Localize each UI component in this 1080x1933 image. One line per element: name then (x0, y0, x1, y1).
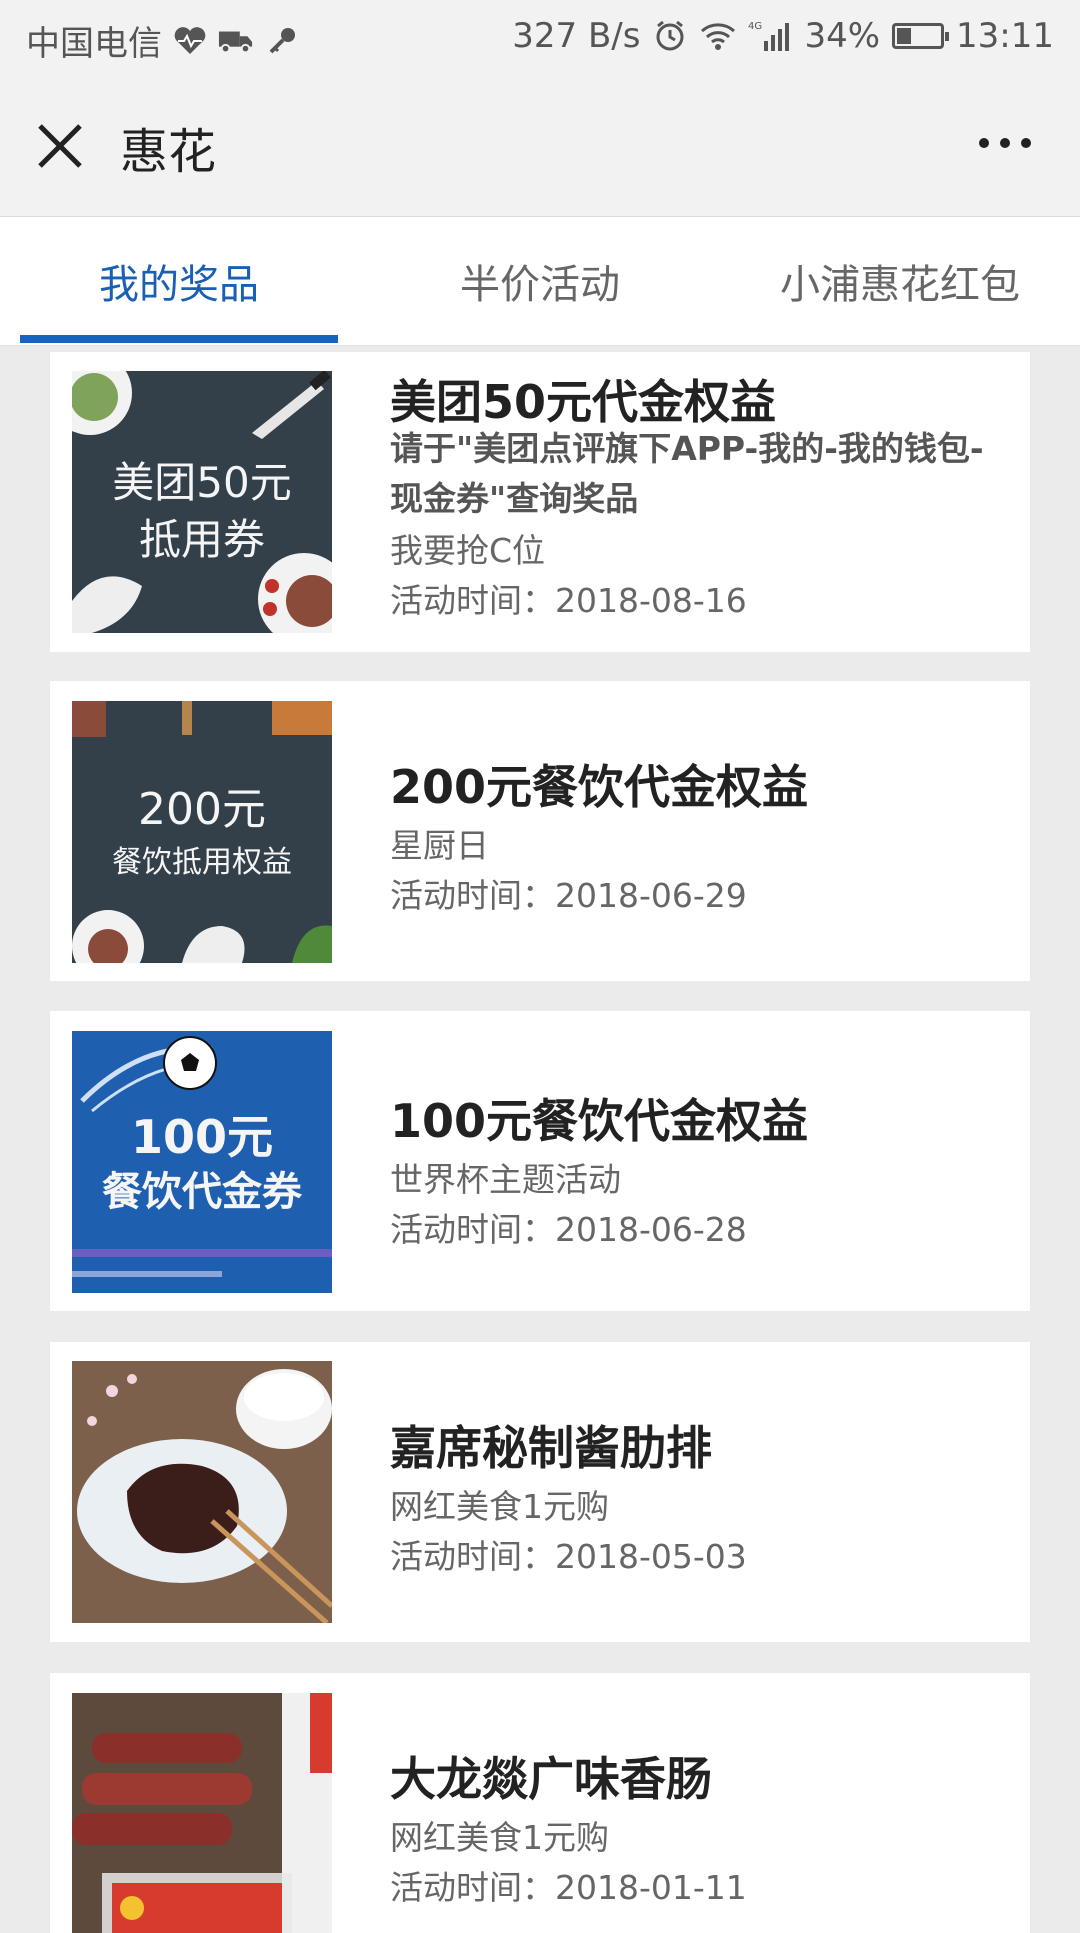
prize-activity: 星厨日 (390, 826, 489, 865)
truck-icon (218, 23, 254, 59)
close-button[interactable] (30, 116, 90, 176)
prize-time: 活动时间：2018-06-29 (390, 876, 747, 915)
more-icon (979, 138, 1031, 148)
prize-thumbnail (72, 1693, 332, 1933)
prize-title: 美团50元代金权益 (390, 375, 777, 429)
prize-thumbnail (72, 1361, 332, 1623)
tab-bar: 我的奖品 半价活动 小浦惠花红包 (0, 217, 1080, 346)
tab-my-prizes[interactable]: 我的奖品 (20, 217, 338, 345)
signal-icon: 4G (748, 18, 792, 54)
page-title: 惠花 (120, 124, 217, 180)
prize-card[interactable]: 100元 餐饮代金券 100元餐饮代金权益 世界杯主题活动 活动时间：2018-… (50, 1011, 1030, 1311)
prize-time: 活动时间：2018-05-03 (390, 1537, 747, 1576)
battery-percent: 34% (804, 16, 881, 56)
close-icon (38, 124, 82, 168)
prize-card[interactable]: 嘉席秘制酱肋排 网红美食1元购 活动时间：2018-05-03 (50, 1342, 1030, 1642)
battery-icon (892, 23, 950, 49)
wifi-icon (700, 18, 736, 54)
prize-note: 请于"美团点评旗下APP-我的-我的钱包-现金券"查询奖品 (390, 429, 984, 518)
prize-card[interactable]: 美团50元 抵用券 美团50元代金权益 请于"美团点评旗下APP-我的-我的钱包… (50, 352, 1030, 652)
clock: 13:11 (956, 16, 1054, 56)
prize-time: 活动时间：2018-01-11 (390, 1868, 747, 1907)
title-bar: 惠花 (0, 72, 1080, 217)
status-bar: 中国电信 327 B/s 4G 34% 13:11 (0, 0, 1080, 72)
prize-activity: 我要抢C位 (390, 531, 546, 570)
carrier-label: 中国电信 (26, 24, 162, 64)
alarm-icon (652, 18, 688, 54)
active-tab-indicator (20, 335, 338, 343)
heart-pulse-icon (172, 23, 208, 59)
more-button[interactable] (970, 128, 1040, 158)
prize-activity: 网红美食1元购 (390, 1487, 609, 1526)
prize-thumbnail: 美团50元 抵用券 (72, 371, 332, 633)
tab-half-price[interactable]: 半价活动 (380, 217, 700, 345)
prize-thumbnail: 100元 餐饮代金券 (72, 1031, 332, 1293)
prize-time: 活动时间：2018-08-16 (390, 581, 747, 620)
prize-card[interactable]: 200元 餐饮抵用权益 200元餐饮代金权益 星厨日 活动时间：2018-06-… (50, 681, 1030, 981)
tab-red-packet[interactable]: 小浦惠花红包 (740, 217, 1060, 345)
prize-title: 100元餐饮代金权益 (390, 1094, 809, 1148)
prize-title: 嘉席秘制酱肋排 (390, 1421, 712, 1475)
prize-time: 活动时间：2018-06-28 (390, 1210, 747, 1249)
prize-title: 200元餐饮代金权益 (390, 760, 809, 814)
network-speed: 327 B/s (512, 16, 641, 56)
prize-activity: 网红美食1元购 (390, 1818, 609, 1857)
prize-title: 大龙燚广味香肠 (390, 1752, 712, 1806)
key-icon (264, 23, 300, 59)
prize-thumbnail: 200元 餐饮抵用权益 (72, 701, 332, 963)
prize-card[interactable]: 大龙燚广味香肠 网红美食1元购 活动时间：2018-01-11 (50, 1673, 1030, 1933)
svg-text:4G: 4G (748, 21, 762, 32)
prize-activity: 世界杯主题活动 (390, 1160, 621, 1199)
